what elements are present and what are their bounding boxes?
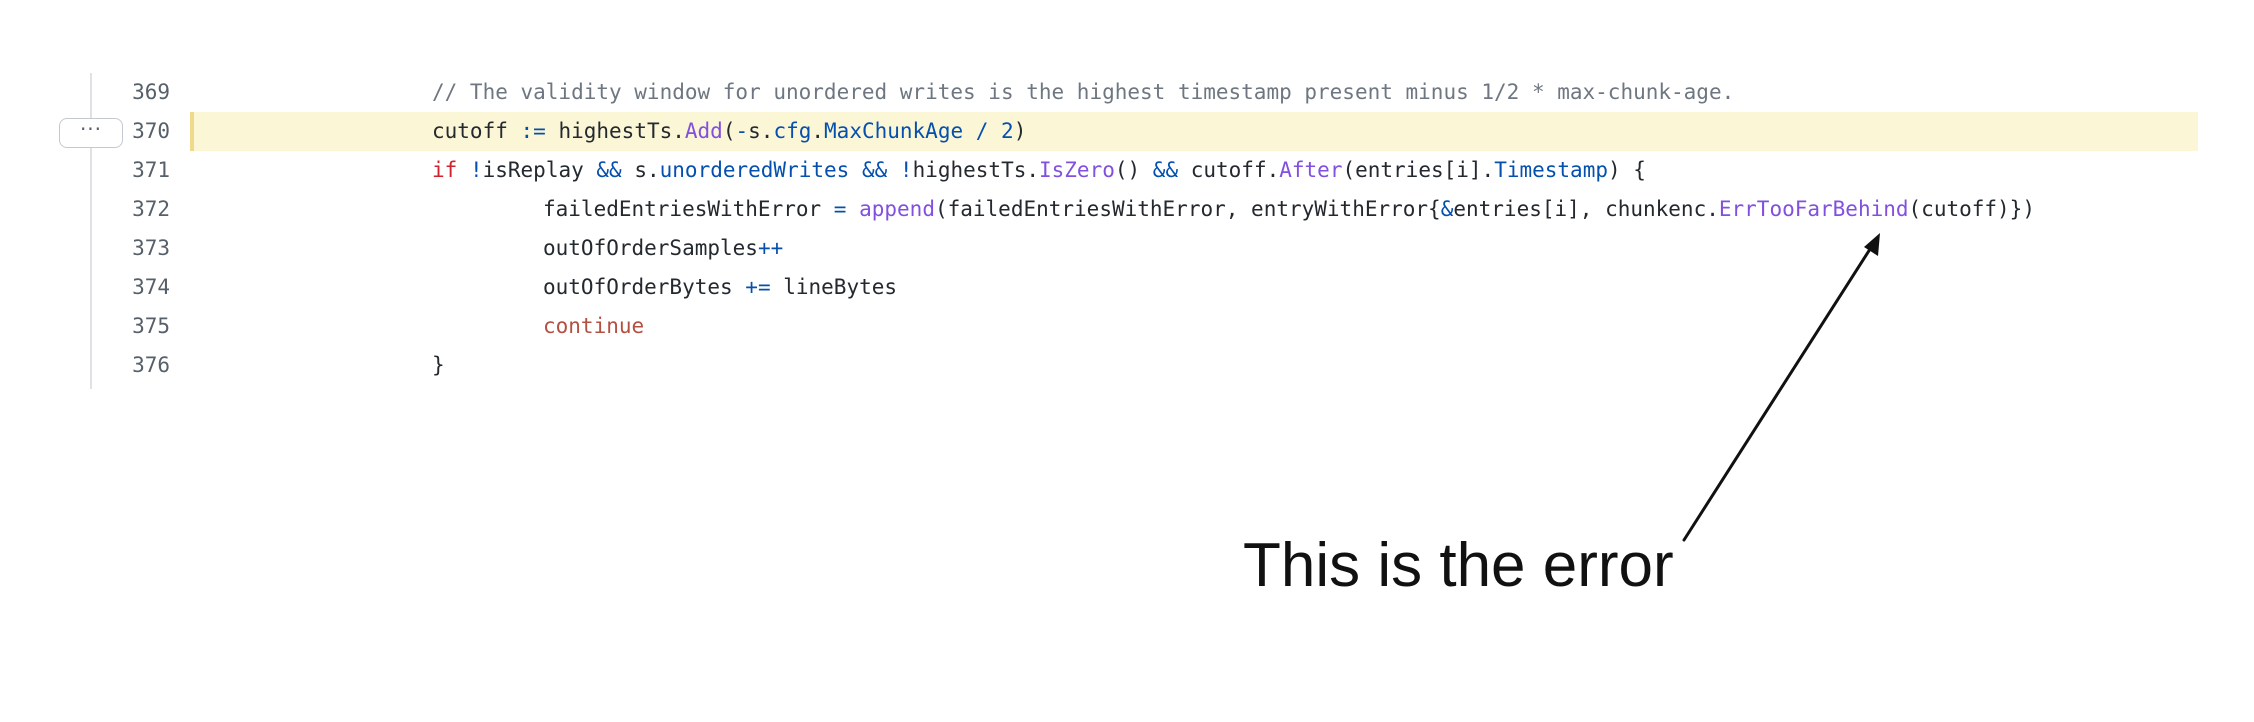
code-token: ) { xyxy=(1607,158,1646,182)
code-token: (entries[i]. xyxy=(1342,158,1495,182)
code-token: IsZero xyxy=(1039,158,1115,182)
code-token: highestTs. xyxy=(545,119,685,143)
line-number[interactable]: 372 xyxy=(96,190,170,229)
code-token: unorderedWrites xyxy=(659,158,850,182)
code-token: ! xyxy=(899,158,913,182)
code-token: ! xyxy=(469,158,483,182)
line-number[interactable]: 375 xyxy=(96,307,170,346)
code-token: MaxChunkAge xyxy=(824,119,964,143)
code-token: = xyxy=(833,197,847,221)
code-line: 375 continue xyxy=(0,307,2254,346)
code-line: 372 failedEntriesWithError = append(faile… xyxy=(0,190,2254,229)
code-token: (failedEntriesWithError, entryWithError{ xyxy=(934,197,1441,221)
code-content: cutoff := highestTs.Add(-s.cfg.MaxChunkA… xyxy=(432,112,1026,151)
code-token: // The validity window for unordered wri… xyxy=(432,80,1735,104)
code-token: After xyxy=(1279,158,1343,182)
code-token: s. xyxy=(748,119,774,143)
code-token: isReplay xyxy=(482,158,597,182)
line-number[interactable]: 371 xyxy=(96,151,170,190)
code-token: / xyxy=(963,119,1002,143)
code-token: () xyxy=(1114,158,1153,182)
annotation-label: This is the error xyxy=(1243,531,1674,600)
code-line: 371 if !isReplay && s.unorderedWrites && … xyxy=(0,151,2254,190)
code-token: & xyxy=(1440,197,1454,221)
code-token: lineBytes xyxy=(770,275,898,299)
code-line: 373 outOfOrderSamples++ xyxy=(0,229,2254,268)
code-token: ++ xyxy=(757,236,784,260)
code-token: ErrTooFarBehind xyxy=(1718,197,1909,221)
code-line-highlighted: 370 cutoff := highestTs.Add(-s.cfg.MaxChu… xyxy=(0,112,2254,151)
code-token: := xyxy=(520,119,546,143)
code-token: Timestamp xyxy=(1494,158,1608,182)
line-highlight-marker xyxy=(190,112,194,151)
code-token: outOfOrderBytes xyxy=(543,275,746,299)
code-token: entries[i], chunkenc. xyxy=(1453,197,1719,221)
code-content: failedEntriesWithError = append(failedEn… xyxy=(543,190,2035,229)
expand-lines-button[interactable]: ··· xyxy=(59,118,123,148)
line-number[interactable]: 373 xyxy=(96,229,170,268)
code-token: (cutoff)}) xyxy=(1908,197,2035,221)
code-token: s. xyxy=(621,158,660,182)
code-token: && xyxy=(861,158,888,182)
code-content: if !isReplay && s.unorderedWrites && !hi… xyxy=(432,151,1646,190)
code-token: append xyxy=(859,197,935,221)
code-line: 369 // The validity window for unordered … xyxy=(0,73,2254,112)
code-content: // The validity window for unordered wri… xyxy=(432,73,1734,112)
code-token: ) xyxy=(1013,119,1027,143)
code-token: outOfOrderSamples xyxy=(543,236,758,260)
code-token: 2 xyxy=(1001,119,1014,143)
code-token: } xyxy=(432,353,445,377)
line-number[interactable]: 369 xyxy=(96,73,170,112)
code-token: continue xyxy=(543,314,645,338)
code-token: highestTs. xyxy=(912,158,1039,182)
code-content: outOfOrderSamples++ xyxy=(543,229,783,268)
code-line: 376} xyxy=(0,346,2254,385)
code-token: && xyxy=(596,158,622,182)
code-token: cutoff xyxy=(432,119,521,143)
code-token: += xyxy=(745,275,771,299)
code-view: 369 // The validity window for unordered … xyxy=(0,73,2254,389)
code-token: Add xyxy=(684,119,723,143)
ellipsis-icon: ··· xyxy=(79,117,103,141)
code-token: if xyxy=(432,158,458,182)
code-token: . xyxy=(811,119,825,143)
code-content: continue xyxy=(543,307,644,346)
code-token: && xyxy=(1152,158,1179,182)
code-content: outOfOrderBytes += lineBytes xyxy=(543,268,897,307)
line-number[interactable]: 376 xyxy=(96,346,170,385)
code-token: failedEntriesWithError xyxy=(543,197,834,221)
code-content: } xyxy=(432,346,445,385)
code-token: ( xyxy=(722,119,736,143)
code-token: - xyxy=(735,119,749,143)
code-token: cutoff. xyxy=(1178,158,1280,182)
code-line: 374 outOfOrderBytes += lineBytes xyxy=(0,268,2254,307)
code-token: cfg xyxy=(773,119,812,143)
line-number[interactable]: 374 xyxy=(96,268,170,307)
